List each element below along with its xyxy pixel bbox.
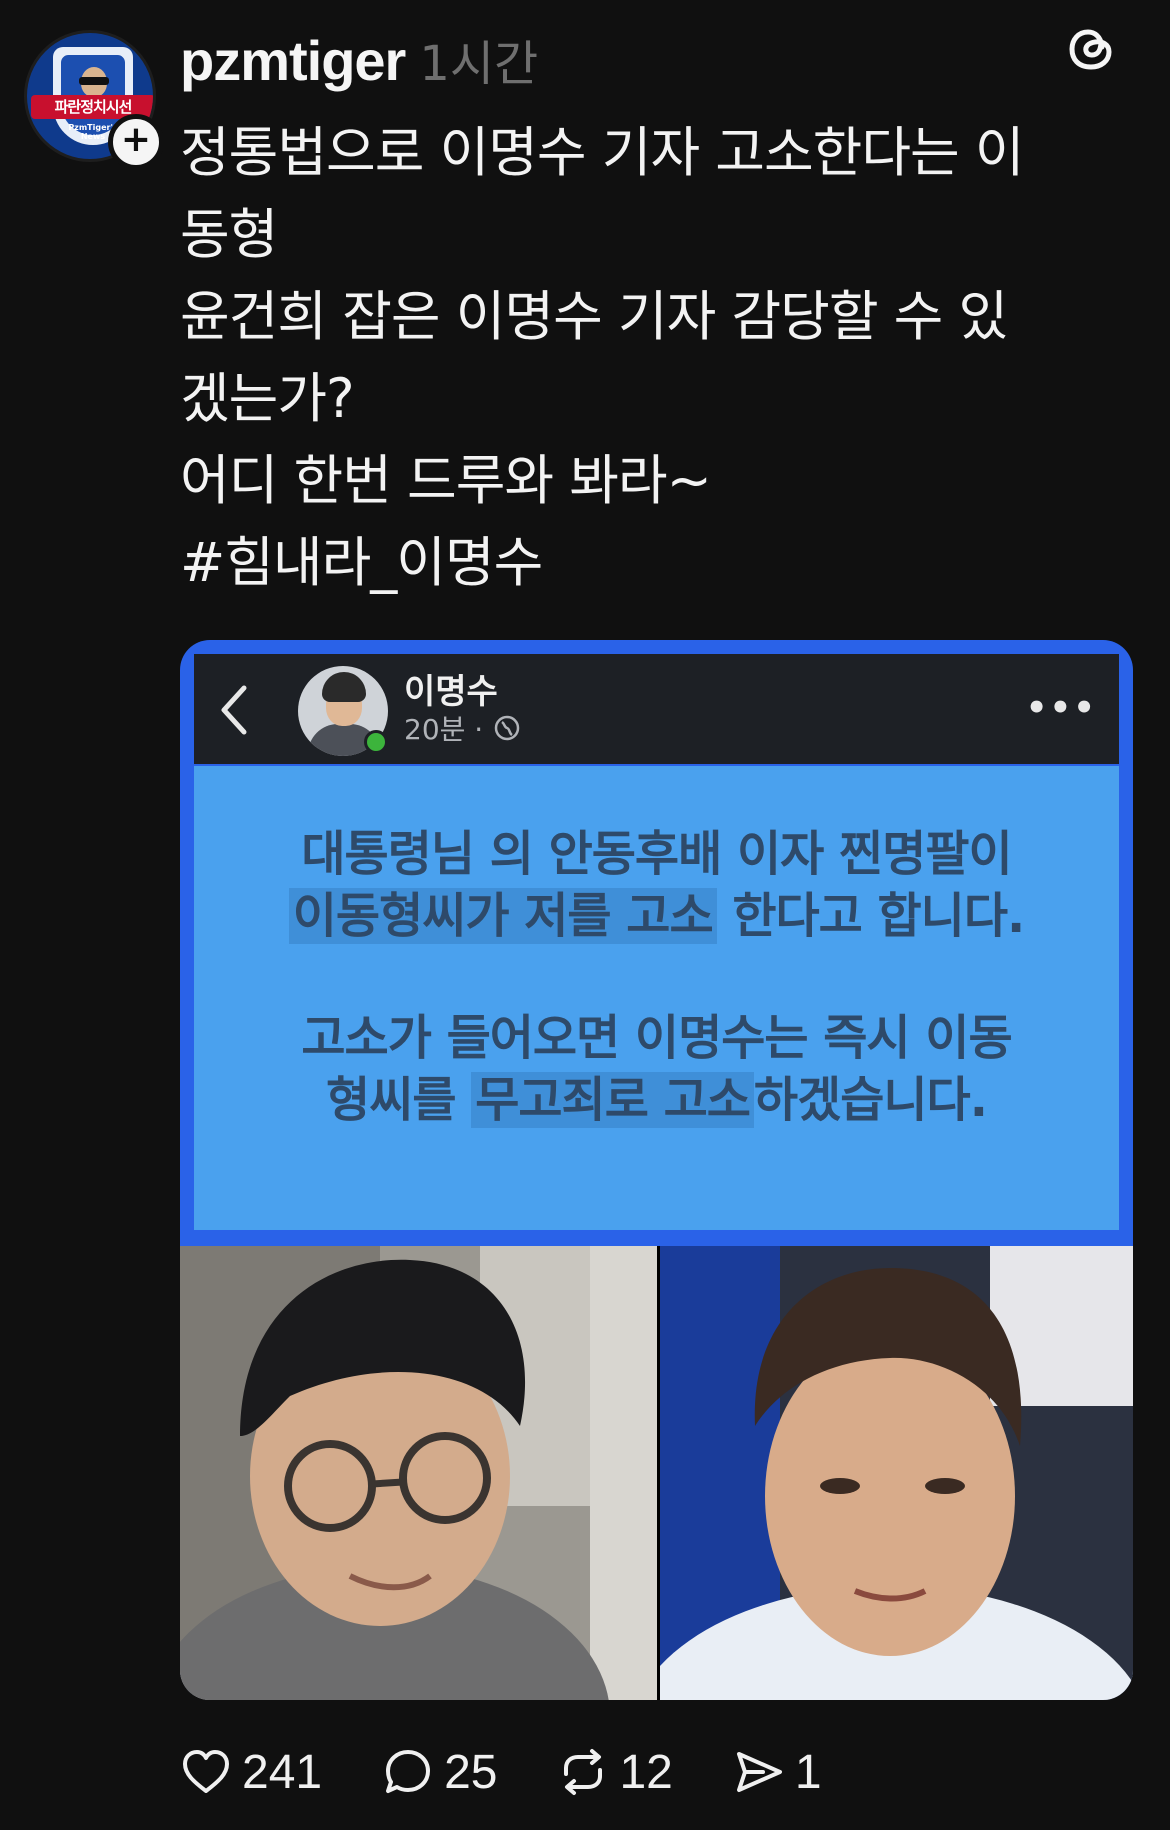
photo-person-left (180, 1246, 657, 1700)
like-count: 241 (242, 1745, 323, 1799)
highlighted-text: 무고죄로 고소 (471, 1072, 754, 1128)
embedded-text-card: 대통령님 의 안동후배 이자 찐명팔이 이동형씨가 저를 고소 한다고 합니다.… (194, 766, 1119, 1230)
globe-icon (494, 715, 520, 741)
comment-icon (386, 1750, 431, 1793)
repost-icon (564, 1749, 603, 1795)
repost-count: 12 (619, 1745, 673, 1799)
threads-logo-icon[interactable] (1064, 22, 1118, 76)
post-text-line: 동형 (180, 203, 278, 266)
post-body: 정통법으로 이명수 기자 고소한다는 이 동형 윤건희 잡은 이명수 기자 감당… (180, 112, 1120, 604)
author-avatar-wrap[interactable]: 파란정치시선 PzmTiger's News + (24, 30, 164, 170)
embedded-text-line: 고소가 들어오면 이명수는 즉시 이동 (301, 1010, 1012, 1066)
embedded-text-line: 이동형씨가 저를 고소 한다고 합니다. (194, 876, 1119, 946)
follow-button[interactable]: + (108, 114, 164, 170)
post-media-image[interactable]: 이명수 20분 · ••• 대통령님 의 안동후배 이자 찐명팔이 이동형씨가 … (180, 640, 1133, 1700)
highlighted-text: 이동형씨가 저를 고소 (288, 888, 717, 944)
action-bar: 241 25 12 1 (180, 1742, 882, 1802)
embedded-author-name: 이명수 (404, 672, 498, 712)
embedded-text-line: 형씨를 무고죄로 고소하겠습니다. (326, 1072, 988, 1128)
back-arrow-icon (221, 685, 247, 735)
hashtag-link[interactable]: #힘내라_이명수 (180, 522, 1120, 604)
more-options-icon: ••• (1025, 688, 1097, 728)
repost-button[interactable]: 12 (557, 1745, 673, 1800)
send-icon (736, 1752, 782, 1792)
post-text-line: 겠는가? (180, 367, 355, 430)
share-button[interactable]: 1 (733, 1745, 822, 1800)
heart-icon (183, 1750, 229, 1793)
comment-count: 25 (444, 1745, 498, 1799)
comment-button[interactable]: 25 (382, 1745, 497, 1800)
photo-person-right (660, 1246, 1133, 1700)
post-header: pzmtiger 1시간 (180, 24, 538, 94)
embedded-header-bar: 이명수 20분 · ••• (194, 654, 1119, 764)
embedded-text-line: 대통령님 의 안동후배 이자 찐명팔이 (301, 826, 1012, 882)
post-text-line: 어디 한번 드루와 봐라~ (180, 449, 712, 512)
embedded-meta: 20분 · (404, 708, 521, 748)
like-button[interactable]: 241 (180, 1745, 322, 1800)
post-text-line: 윤건희 잡은 이명수 기자 감당할 수 있 (180, 285, 1008, 348)
username[interactable]: pzmtiger (180, 28, 406, 93)
post-text-line: 정통법으로 이명수 기자 고소한다는 이 (180, 121, 1025, 184)
post-time: 1시간 (419, 36, 539, 92)
share-count: 1 (794, 1745, 822, 1799)
embedded-time: 20분 · (404, 713, 484, 746)
online-status-dot (364, 730, 388, 754)
